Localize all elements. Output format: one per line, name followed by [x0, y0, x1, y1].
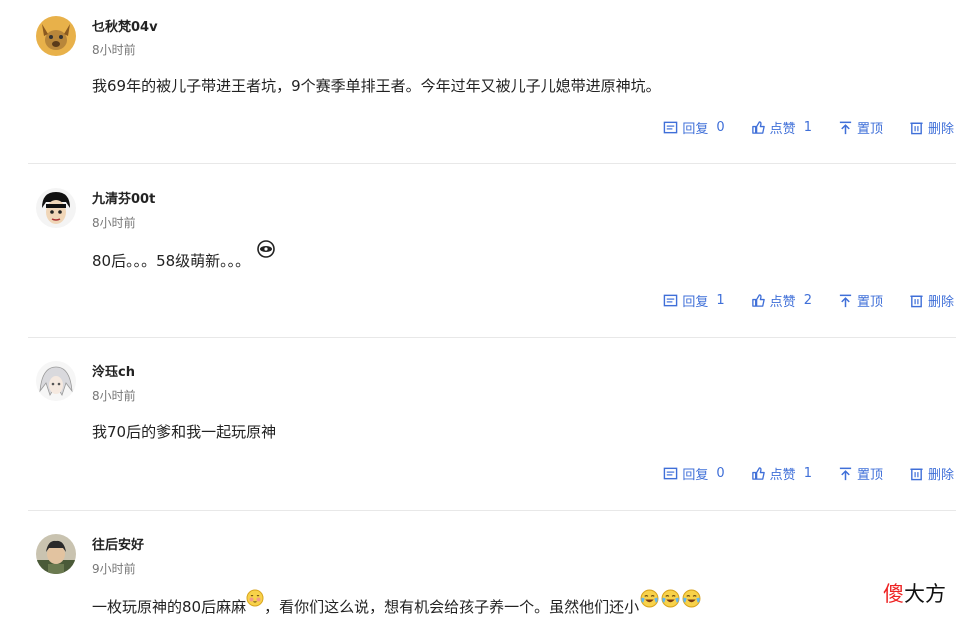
like-label: 点赞 — [769, 468, 796, 483]
trash-icon — [910, 468, 923, 481]
watermark-rest: 大方 — [904, 582, 946, 606]
avatar[interactable] — [36, 534, 76, 574]
pin-label: 置顶 — [856, 295, 883, 310]
username[interactable]: 九清芬00t — [92, 188, 155, 207]
delete-label: 删除 — [927, 122, 954, 137]
watermark: 傻大方 — [883, 578, 946, 608]
crying-laughing-emoji-icon — [661, 589, 680, 612]
divider — [28, 163, 956, 164]
pin-button[interactable]: 置顶 — [838, 291, 883, 310]
comment-actions: 回复 1 点赞 2 置顶 删除 — [663, 291, 954, 310]
reply-icon — [664, 294, 678, 307]
like-button[interactable]: 点赞 1 — [751, 118, 812, 137]
emoji-icon — [257, 240, 275, 262]
comment-text: 我69年的被儿子带进王者坑，9个赛季单排王者。今年过年又被儿子儿媳带进原神坑。 — [92, 77, 661, 95]
like-count: 2 — [803, 293, 812, 308]
pin-label: 置顶 — [856, 468, 883, 483]
like-label: 点赞 — [769, 122, 796, 137]
divider — [28, 510, 956, 511]
pin-top-icon — [839, 294, 852, 308]
username[interactable]: 乜秋梵04v — [92, 16, 158, 35]
delete-label: 删除 — [927, 295, 954, 310]
pin-top-icon — [839, 121, 852, 135]
comment-actions: 回复 0 点赞 1 置顶 删除 — [663, 464, 954, 483]
username[interactable]: 往后安好 — [92, 534, 144, 553]
reply-label: 回复 — [682, 122, 709, 137]
divider — [28, 337, 956, 338]
comment-time: 8小时前 — [92, 43, 136, 57]
reply-icon — [664, 467, 678, 480]
thumbs-up-icon — [751, 294, 765, 307]
thumbs-up-icon — [751, 121, 765, 134]
comment-text-part1: 一枚玩原神的80后麻麻 — [92, 598, 247, 616]
pin-top-icon — [839, 467, 852, 481]
reply-count: 0 — [716, 120, 725, 135]
like-button[interactable]: 点赞 2 — [751, 291, 812, 310]
delete-button[interactable]: 删除 — [909, 291, 954, 310]
comment-time: 8小时前 — [92, 216, 136, 230]
reply-icon — [664, 121, 678, 134]
like-count: 1 — [803, 466, 812, 481]
comment-time: 9小时前 — [92, 562, 136, 576]
reply-button[interactable]: 回复 0 — [663, 464, 725, 483]
reply-count: 1 — [716, 293, 725, 308]
comment-text-part2: ，看你们这么说，想有机会给孩子养一个。虽然他们还小 — [264, 598, 640, 616]
watermark-first-char: 傻 — [883, 582, 904, 606]
like-count: 1 — [803, 120, 812, 135]
comment-text: 80后。。。58级萌新。。。 — [92, 240, 275, 271]
pin-label: 置顶 — [856, 122, 883, 137]
delete-button[interactable]: 删除 — [909, 118, 954, 137]
pin-button[interactable]: 置顶 — [838, 464, 883, 483]
reply-label: 回复 — [682, 295, 709, 310]
comment-time: 8小时前 — [92, 389, 136, 403]
comment-text: 一枚玩原神的80后麻麻 ，看你们这么说，想有机会给孩子养一个。虽然他们还小 — [92, 589, 701, 617]
delete-button[interactable]: 删除 — [909, 464, 954, 483]
like-button[interactable]: 点赞 1 — [751, 464, 812, 483]
avatar[interactable] — [36, 361, 76, 401]
trash-icon — [910, 122, 923, 135]
like-label: 点赞 — [769, 295, 796, 310]
shy-face-emoji-icon — [246, 589, 264, 611]
trash-icon — [910, 295, 923, 308]
reply-label: 回复 — [682, 468, 709, 483]
thumbs-up-icon — [751, 467, 765, 480]
pin-button[interactable]: 置顶 — [838, 118, 883, 137]
delete-label: 删除 — [927, 468, 954, 483]
reply-button[interactable]: 回复 1 — [663, 291, 725, 310]
crying-laughing-emoji-icon — [640, 589, 659, 612]
comment-actions: 回复 0 点赞 1 置顶 删除 — [663, 118, 954, 137]
reply-button[interactable]: 回复 0 — [663, 118, 725, 137]
reply-count: 0 — [716, 466, 725, 481]
crying-laughing-emoji-icon — [682, 589, 701, 612]
avatar[interactable] — [36, 188, 76, 228]
username[interactable]: 泠珏ch — [92, 361, 135, 380]
comment-text: 我70后的爹和我一起玩原神 — [92, 423, 277, 441]
comment-text-content: 80后。。。58级萌新。。。 — [92, 252, 251, 270]
avatar[interactable] — [36, 16, 76, 56]
